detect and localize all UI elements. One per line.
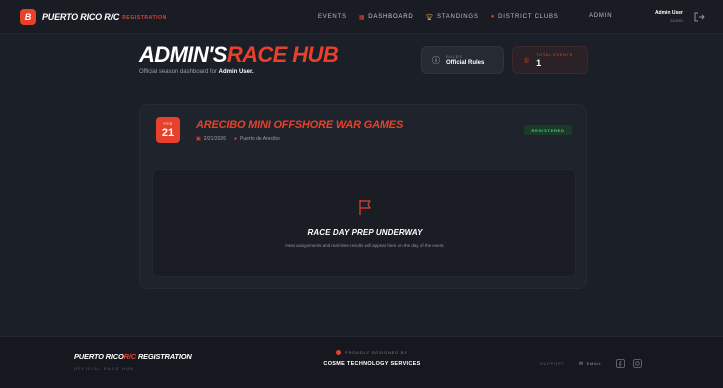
nav-link-events[interactable]: EVENTS [318, 14, 347, 20]
trophy-icon: 🏆︎ [425, 14, 434, 21]
footer-support-label: SUPPORT [540, 361, 565, 366]
footer-brand: PUERTO RICOR/C REGISTRATION [74, 352, 192, 361]
company-logo-icon [336, 350, 342, 355]
flag-icon [359, 200, 371, 215]
nav-link-district-clubs[interactable]: ● DISTRICT CLUBS [491, 14, 559, 20]
event-card[interactable]: FEB 21 ARECIBO MINI OFFSHORE WAR GAMES ▣… [139, 104, 587, 289]
page-subtitle: Official season dashboard for Admin User… [139, 69, 254, 75]
trophy-icon: ♕ [523, 55, 531, 65]
footer: PUERTO RICOR/C REGISTRATION OFFICIAL RAC… [0, 336, 723, 388]
map-pin-icon: ● [490, 14, 496, 20]
user-role: ADMIN [670, 18, 683, 23]
app-frame: B PUERTO RICO R/C REGISTRATION EVENTS ▦ … [0, 0, 723, 388]
grid-icon: ▦ [358, 14, 366, 21]
subtitle-user: Admin User. [218, 69, 254, 75]
event-title[interactable]: ARECIBO MINI OFFSHORE WAR GAMES [196, 119, 403, 131]
subtitle-text: Official season dashboard for [139, 69, 217, 75]
total-events-card: ♕ TOTAL EVENTS 1 [512, 46, 588, 74]
footer-contact-text: EMAIL [586, 361, 602, 366]
footer-credits: PROUDLY DESIGNED BY COSME TECHNOLOGY SER… [322, 350, 422, 367]
nav-links: EVENTS ▦ DASHBOARD 🏆︎ STANDINGS ● DISTRI… [318, 0, 571, 34]
brand-logo-icon: B [20, 8, 36, 25]
nav-link-standings[interactable]: 🏆︎ STANDINGS [426, 14, 479, 21]
event-meta: ▣ 2/21/2026 ● Puerto de Arecibo [196, 136, 280, 142]
brand-title: PUERTO RICO R/C [42, 11, 120, 22]
footer-brand-suffix: REGISTRATION [135, 352, 192, 361]
info-icon: ⓘ [432, 55, 440, 65]
facebook-icon[interactable] [615, 359, 625, 368]
rules-label: RULES [446, 54, 463, 59]
date-badge: FEB 21 [156, 117, 180, 143]
map-pin-icon: ● [233, 136, 238, 142]
prep-title: RACE DAY PREP UNDERWAY [307, 228, 423, 237]
brand-subtitle: REGISTRATION [122, 14, 167, 21]
event-date: 2/21/2026 [203, 136, 226, 142]
footer-brand-accent: R/C [123, 352, 137, 361]
total-events-label: TOTAL EVENTS [536, 52, 573, 57]
footer-brand-primary: PUERTO RICO [74, 352, 124, 361]
rules-card[interactable]: ⓘ RULES Official Rules [421, 46, 504, 74]
total-events-value: 1 [536, 58, 542, 68]
footer-links: SUPPORT ✉ EMAIL [540, 359, 650, 368]
nav-link-dashboard[interactable]: ▦ DASHBOARD [359, 14, 414, 21]
rules-value: Official Rules [446, 60, 485, 66]
instagram-icon[interactable] [632, 359, 642, 368]
footer-proudly-text: PROUDLY DESIGNED BY [345, 350, 408, 355]
event-location: Puerto de Arecibo [240, 136, 280, 142]
date-day: 21 [161, 127, 175, 139]
prep-text: Heat assignments and real-time results w… [285, 243, 445, 248]
page-title-primary: ADMIN'S [139, 42, 227, 67]
footer-proudly: PROUDLY DESIGNED BY [322, 350, 422, 355]
race-day-panel: RACE DAY PREP UNDERWAY Heat assignments … [152, 169, 576, 277]
calendar-icon: ▣ [196, 136, 201, 142]
nav-link-label: DISTRICT CLUBS [498, 14, 559, 20]
mail-icon: ✉ [578, 360, 584, 367]
user-menu[interactable]: Admin User ADMIN [648, 10, 683, 23]
brand[interactable]: B PUERTO RICO R/C REGISTRATION [20, 8, 167, 25]
logout-icon[interactable] [693, 11, 705, 23]
footer-company[interactable]: COSME TECHNOLOGY SERVICES [322, 361, 422, 367]
nav-link-admin[interactable]: ADMIN [589, 13, 612, 19]
user-name: Admin User [654, 10, 683, 16]
top-nav: B PUERTO RICO R/C REGISTRATION EVENTS ▦ … [0, 0, 723, 34]
footer-subtitle: OFFICIAL RACE HUB [74, 366, 135, 371]
page-title: ADMIN'SRACE HUB [139, 42, 339, 68]
nav-link-label: STANDINGS [436, 14, 479, 20]
date-month: FEB [163, 121, 173, 126]
nav-link-label: EVENTS [318, 14, 347, 20]
registered-badge: REGISTERED [524, 125, 572, 135]
footer-contact-link[interactable]: ✉ EMAIL [579, 361, 602, 367]
page-title-accent: RACE HUB [226, 42, 339, 67]
nav-link-label: DASHBOARD [368, 14, 414, 20]
